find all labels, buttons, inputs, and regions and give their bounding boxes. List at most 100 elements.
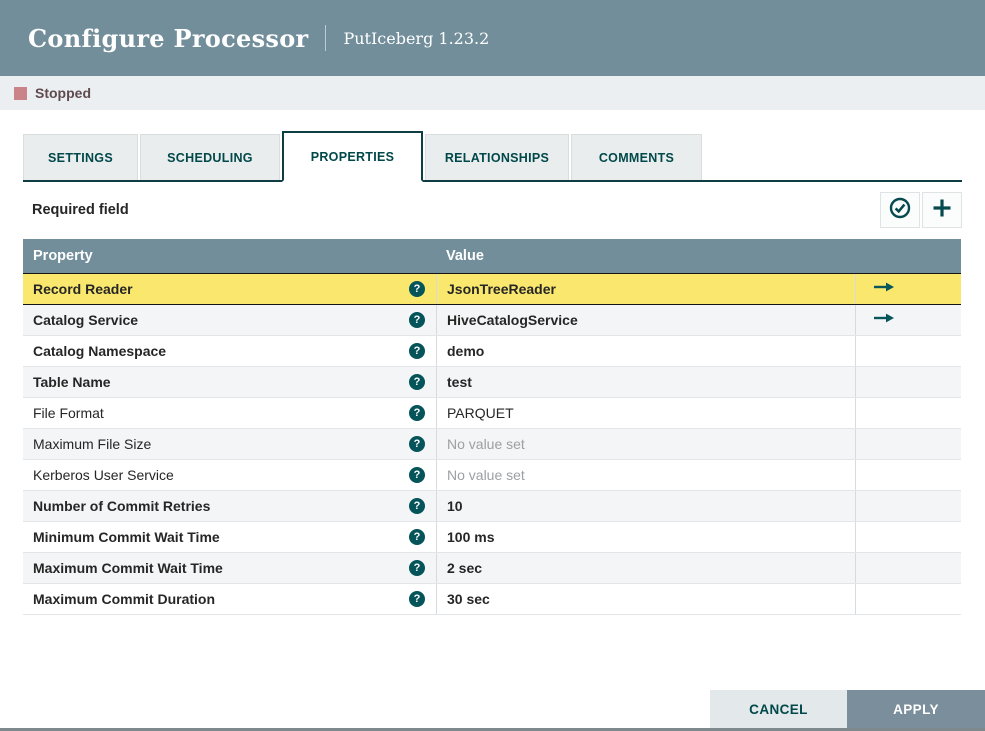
help-icon[interactable]: ?: [409, 281, 425, 297]
value-cell[interactable]: HiveCatalogService: [436, 305, 855, 335]
tab-relationships[interactable]: RELATIONSHIPS: [425, 134, 569, 180]
value-cell[interactable]: demo: [436, 336, 855, 366]
property-cell: Maximum File Size ?: [23, 429, 436, 459]
value-cell[interactable]: 30 sec: [436, 584, 855, 614]
value-cell[interactable]: PARQUET: [436, 398, 855, 428]
help-icon[interactable]: ?: [409, 498, 425, 514]
required-field-label: Required field: [32, 202, 129, 218]
table-row[interactable]: Table Name ? test: [23, 367, 961, 398]
column-header-value: Value: [446, 248, 484, 264]
property-value: HiveCatalogService: [447, 312, 578, 328]
help-icon[interactable]: ?: [409, 405, 425, 421]
property-name: Table Name: [33, 374, 111, 390]
value-cell[interactable]: JsonTreeReader: [436, 274, 855, 304]
table-row[interactable]: Minimum Commit Wait Time ? 100 ms: [23, 522, 961, 553]
property-value: test: [447, 374, 472, 390]
verify-properties-button[interactable]: [880, 192, 920, 228]
action-cell: [855, 460, 961, 490]
property-value: No value set: [447, 467, 525, 483]
stopped-icon: [14, 86, 27, 100]
goto-service-arrow-icon[interactable]: [873, 311, 895, 329]
property-name: Number of Commit Retries: [33, 498, 211, 514]
action-cell: [855, 367, 961, 397]
value-cell[interactable]: 10: [436, 491, 855, 521]
help-icon[interactable]: ?: [409, 467, 425, 483]
action-cell: [855, 398, 961, 428]
add-property-button[interactable]: [922, 192, 962, 228]
value-cell[interactable]: No value set: [436, 460, 855, 490]
property-cell: Record Reader ?: [23, 274, 436, 304]
value-cell[interactable]: 100 ms: [436, 522, 855, 552]
action-cell: [855, 491, 961, 521]
property-cell: Catalog Namespace ?: [23, 336, 436, 366]
property-cell: File Format ?: [23, 398, 436, 428]
property-rows: Record Reader ? JsonTreeReader Catalog S…: [23, 273, 961, 615]
status-label: Stopped: [35, 85, 91, 101]
help-icon[interactable]: ?: [409, 374, 425, 390]
property-value: 100 ms: [447, 529, 495, 545]
processor-type-version: PutIceberg 1.23.2: [343, 28, 490, 48]
property-value: PARQUET: [447, 405, 514, 421]
property-cell: Kerberos User Service ?: [23, 460, 436, 490]
dialog-footer: CANCEL APPLY: [710, 690, 985, 728]
property-table: Property Value Record Reader ? JsonTreeR…: [23, 239, 961, 615]
apply-button[interactable]: APPLY: [847, 690, 985, 728]
table-row[interactable]: Maximum File Size ? No value set: [23, 429, 961, 460]
tab-properties[interactable]: PROPERTIES: [282, 131, 423, 182]
property-value: 30 sec: [447, 591, 490, 607]
table-row[interactable]: Catalog Namespace ? demo: [23, 336, 961, 367]
tab-comments[interactable]: COMMENTS: [571, 134, 702, 180]
property-value: No value set: [447, 436, 525, 452]
action-cell: [855, 336, 961, 366]
property-value: 10: [447, 498, 463, 514]
table-row[interactable]: Maximum Commit Duration ? 30 sec: [23, 584, 961, 615]
table-row[interactable]: Kerberos User Service ? No value set: [23, 460, 961, 491]
help-icon[interactable]: ?: [409, 529, 425, 545]
help-icon[interactable]: ?: [409, 312, 425, 328]
help-icon[interactable]: ?: [409, 436, 425, 452]
action-cell: [855, 429, 961, 459]
help-icon[interactable]: ?: [409, 560, 425, 576]
value-cell[interactable]: test: [436, 367, 855, 397]
help-icon[interactable]: ?: [409, 591, 425, 607]
table-row[interactable]: Catalog Service ? HiveCatalogService: [23, 305, 961, 336]
property-cell: Minimum Commit Wait Time ?: [23, 522, 436, 552]
cancel-button[interactable]: CANCEL: [710, 690, 847, 728]
toolbar-buttons: [880, 192, 962, 228]
dialog-header: Configure Processor PutIceberg 1.23.2: [0, 0, 985, 76]
property-cell: Table Name ?: [23, 367, 436, 397]
property-name: Maximum Commit Wait Time: [33, 560, 223, 576]
property-cell: Catalog Service ?: [23, 305, 436, 335]
status-bar: Stopped: [0, 76, 985, 110]
table-row[interactable]: File Format ? PARQUET: [23, 398, 961, 429]
property-name: Maximum Commit Duration: [33, 591, 216, 607]
action-cell: [855, 305, 961, 335]
tab-bar: SETTINGS SCHEDULING PROPERTIES RELATIONS…: [23, 131, 962, 182]
action-cell: [855, 522, 961, 552]
property-cell: Number of Commit Retries ?: [23, 491, 436, 521]
goto-service-arrow-icon[interactable]: [873, 280, 895, 298]
property-name: File Format: [33, 405, 104, 421]
tab-settings[interactable]: SETTINGS: [23, 134, 138, 180]
value-cell[interactable]: No value set: [436, 429, 855, 459]
property-value: 2 sec: [447, 560, 483, 576]
dialog-title: Configure Processor: [28, 23, 309, 53]
check-circle-icon: [888, 196, 912, 225]
help-icon[interactable]: ?: [409, 343, 425, 359]
property-name: Record Reader: [33, 281, 133, 297]
action-cell: [855, 553, 961, 583]
table-header-row: Property Value: [23, 239, 961, 273]
table-row[interactable]: Maximum Commit Wait Time ? 2 sec: [23, 553, 961, 584]
value-cell[interactable]: 2 sec: [436, 553, 855, 583]
property-cell: Maximum Commit Wait Time ?: [23, 553, 436, 583]
column-header-property: Property: [33, 248, 93, 264]
property-name: Minimum Commit Wait Time: [33, 529, 220, 545]
action-cell: [855, 584, 961, 614]
property-cell: Maximum Commit Duration ?: [23, 584, 436, 614]
property-name: Kerberos User Service: [33, 467, 174, 483]
tab-scheduling[interactable]: SCHEDULING: [140, 134, 280, 180]
property-value: demo: [447, 343, 485, 359]
table-row[interactable]: Record Reader ? JsonTreeReader: [23, 273, 961, 305]
table-row[interactable]: Number of Commit Retries ? 10: [23, 491, 961, 522]
dialog-content: SETTINGS SCHEDULING PROPERTIES RELATIONS…: [0, 131, 985, 615]
